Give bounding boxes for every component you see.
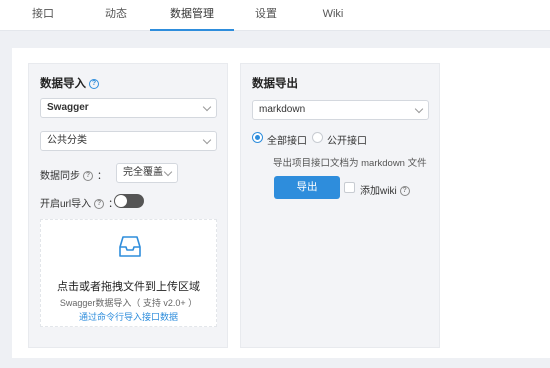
export-button[interactable]: 导出 xyxy=(274,176,340,199)
cli-import-link[interactable]: 通过命令行导入接口数据 xyxy=(41,310,216,323)
import-type-select[interactable]: Swagger xyxy=(40,98,217,118)
top-tab-bar: 接口 动态 数据管理 设置 Wiki xyxy=(0,0,550,31)
tab-wiki[interactable]: Wiki xyxy=(312,0,354,31)
add-wiki-checkbox[interactable] xyxy=(344,182,355,193)
tab-activity[interactable]: 动态 xyxy=(96,0,136,31)
export-format-value: markdown xyxy=(259,104,306,115)
help-icon[interactable]: ? xyxy=(399,186,410,197)
dropzone-main-text: 点击或者拖拽文件到上传区域 xyxy=(57,281,200,293)
export-title: 数据导出 xyxy=(252,78,298,90)
chevron-down-icon xyxy=(163,167,173,177)
help-icon[interactable]: ? xyxy=(94,199,105,210)
export-hint: 导出项目接口文档为 markdown 文件 xyxy=(273,158,427,169)
add-wiki-row: 添加wiki? xyxy=(360,182,410,197)
url-import-label: 开启url导入 xyxy=(40,199,92,210)
import-type-value: Swagger xyxy=(47,102,89,113)
chevron-down-icon xyxy=(202,102,212,112)
upload-dropzone[interactable]: 点击或者拖拽文件到上传区域 Swagger数据导入（ 支持 v2.0+ ） 通过… xyxy=(40,219,217,327)
url-import-label-row: 开启url导入?： xyxy=(40,195,118,210)
help-icon[interactable]: ? xyxy=(89,78,99,89)
chevron-down-icon xyxy=(202,135,212,145)
url-import-toggle[interactable] xyxy=(114,194,144,208)
toggle-knob xyxy=(115,195,127,207)
help-icon[interactable]: ? xyxy=(83,171,93,182)
import-title-row: 数据导入? xyxy=(40,75,99,91)
inbox-icon xyxy=(119,236,141,257)
radio-public-interfaces[interactable] xyxy=(312,132,323,143)
chevron-down-icon xyxy=(414,104,424,114)
tab-interfaces[interactable]: 接口 xyxy=(24,0,62,31)
sync-label-row: 数据同步? ： xyxy=(40,167,107,182)
sync-mode-value: 完全覆盖 xyxy=(123,167,163,178)
add-wiki-label[interactable]: 添加wiki xyxy=(360,186,397,197)
tab-data-management[interactable]: 数据管理 xyxy=(150,0,234,31)
tab-settings[interactable]: 设置 xyxy=(245,0,287,31)
sync-mode-select[interactable]: 完全覆盖 xyxy=(116,163,178,183)
category-select[interactable]: 公共分类 xyxy=(40,131,217,151)
sync-colon: ： xyxy=(97,171,107,182)
category-value: 公共分类 xyxy=(47,135,87,146)
radio-public-label[interactable]: 公开接口 xyxy=(327,132,367,147)
sync-label: 数据同步 xyxy=(40,171,80,182)
radio-all-label[interactable]: 全部接口 xyxy=(267,132,307,147)
dropzone-sub-text: Swagger数据导入（ 支持 v2.0+ ） xyxy=(59,298,198,308)
export-format-select[interactable]: markdown xyxy=(252,100,429,120)
radio-all-interfaces[interactable] xyxy=(252,132,263,143)
import-title: 数据导入 xyxy=(40,78,86,90)
